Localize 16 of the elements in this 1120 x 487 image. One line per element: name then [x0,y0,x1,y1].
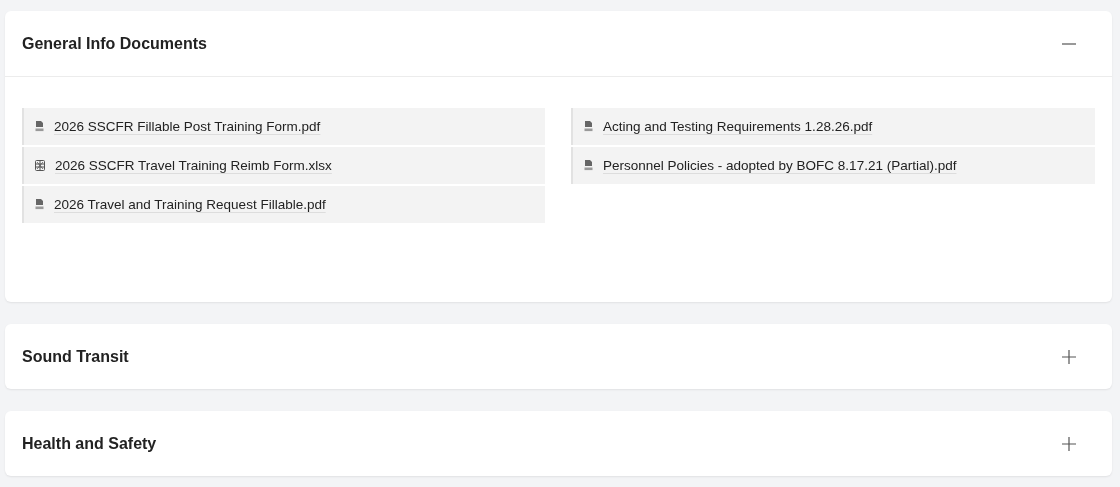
document-link[interactable]: 2026 SSCFR Travel Training Reimb Form.xlsx [22,147,545,184]
document-link[interactable]: 2026 SSCFR Fillable Post Training Form.pdf [22,108,545,145]
section-title: Sound Transit [22,347,129,366]
plus-icon [1061,435,1077,452]
document-link[interactable]: Personnel Policies - adopted by BOFC 8.17.21 (Partial).pdf [571,147,1095,184]
section-title: Health and Safety [22,434,157,453]
spreadsheet-icon [35,160,45,171]
document-icon [584,160,593,171]
plus-icon [1061,348,1077,365]
minus-icon [1061,42,1077,45]
document-link[interactable]: 2026 Travel and Training Request Fillable.pdf [22,186,545,223]
document-link[interactable]: Acting and Testing Requirements 1.28.26.pdf [571,108,1095,145]
document-icon [35,199,44,210]
document-icon [584,121,593,132]
section-title: General Info Documents [22,34,207,53]
document-icon [35,121,44,132]
